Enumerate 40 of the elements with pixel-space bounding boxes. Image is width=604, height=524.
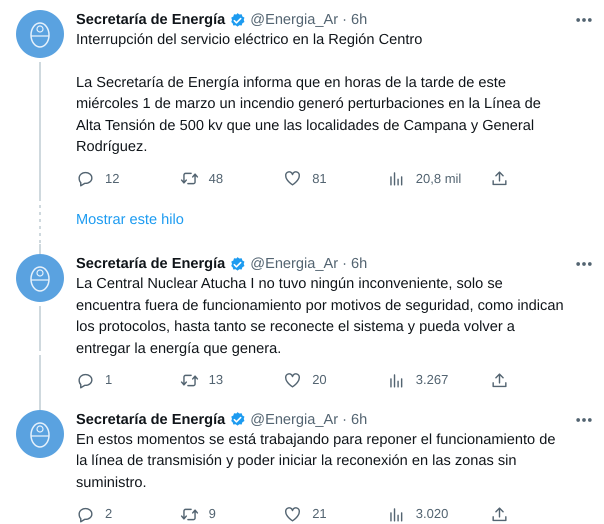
retweet-count: 9 — [208, 505, 217, 524]
separator-dot: · — [342, 11, 347, 30]
view-count: 20,8 mil — [416, 170, 462, 188]
timestamp[interactable]: 6h — [350, 10, 368, 30]
separator-dot: · — [342, 255, 347, 274]
timestamp[interactable]: 6h — [350, 254, 368, 274]
heart-icon[interactable] — [283, 504, 302, 524]
like-count: 81 — [312, 170, 328, 188]
author-handle[interactable]: @Energia_Ar — [250, 254, 338, 274]
verified-badge-icon — [229, 12, 246, 29]
reply-count: 1 — [105, 371, 114, 390]
share-icon[interactable] — [490, 504, 510, 524]
author-name[interactable]: Secretaría de Energía — [76, 410, 226, 430]
reply-count: 2 — [105, 505, 114, 524]
view-count: 3.020 — [416, 505, 448, 524]
avatar-icon[interactable] — [16, 254, 64, 302]
verified-badge-icon — [229, 256, 246, 273]
reply-count: 12 — [105, 170, 120, 188]
separator-dot: · — [342, 410, 347, 430]
timestamp[interactable]: 6h — [350, 410, 368, 430]
retweet-count: 48 — [208, 170, 224, 188]
share-icon[interactable] — [490, 168, 510, 188]
like-count: 21 — [312, 505, 328, 524]
heart-icon[interactable] — [283, 370, 302, 390]
like-count: 20 — [312, 371, 328, 390]
tweet-text: En estos momentos se está trabajando para reponer el funcionamiento de la línea de transmisión y poder iniciar la reconexión en las zonas sin suministro. — [76, 430, 556, 493]
tweet-text: La Secretaría de Energía informa que en horas de la tarde de este miércoles 1 de marzo un incendio generó perturbaciones en la Línea de Alta Tensión de 500 kv que une las localidades de Campana y General Rodríguez. — [76, 74, 542, 158]
view-count: 3.267 — [416, 371, 448, 390]
tweet-text: Interrupción del servicio eléctrico en la Región Centro — [76, 31, 424, 50]
avatar-icon[interactable] — [16, 10, 64, 58]
author-name[interactable]: Secretaría de Energía — [76, 254, 226, 274]
avatar-icon[interactable] — [16, 410, 64, 458]
share-icon[interactable] — [490, 370, 510, 390]
tweet-text: La Central Nuclear Atucha I no tuvo ningún inconveniente, solo se encuentra fuera de funcionamiento por motivos de seguridad, como indican los protocolos, hasta tanto se reconecte el sistema y pueda volver a entregar la energía que genera. — [76, 275, 565, 359]
author-name[interactable]: Secretaría de Energía — [76, 10, 226, 30]
author-handle[interactable]: @Energia_Ar — [250, 10, 338, 30]
heart-icon[interactable] — [283, 168, 302, 188]
verified-badge-icon — [229, 411, 246, 428]
author-handle[interactable]: @Energia_Ar — [250, 410, 338, 430]
retweet-count: 13 — [208, 371, 224, 390]
